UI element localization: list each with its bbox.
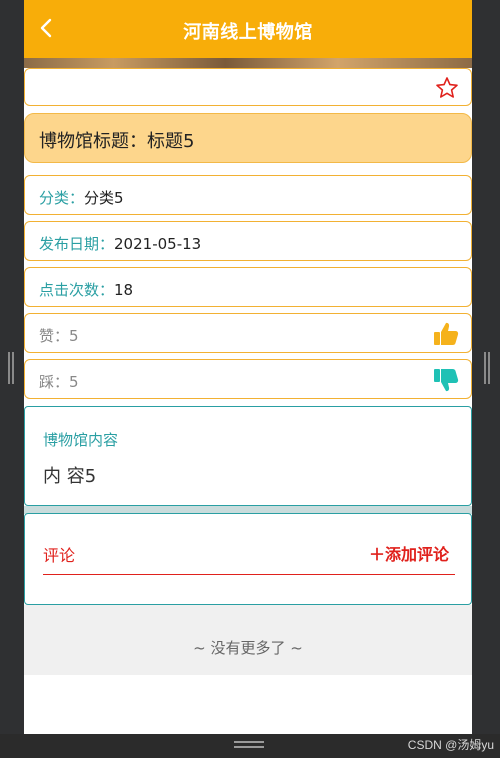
phone-screen: 河南线上博物馆 博物馆标题：标题5 分类：分类5 发布日期：2021-05-13… [24,0,472,734]
museum-title-value: 标题5 [147,131,195,152]
no-more-text: ~ 没有更多了 ~ [193,639,303,657]
page-title: 河南线上博物馆 [183,22,313,43]
dislike-row: 踩：5 [24,359,472,399]
favorite-row [24,68,472,106]
add-comment-button[interactable]: ＋添加评论 [369,541,449,565]
resize-handle-bottom[interactable] [234,741,264,748]
dislike-label: 踩： [39,373,70,391]
click-count-label: 点击次数： [39,281,115,299]
category-label: 分类： [39,189,85,207]
category-value: 分类5 [84,189,124,207]
bottom-bar: CSDN @汤姆yu [0,734,500,758]
dislike-count: 5 [69,373,79,391]
resize-handle-right[interactable] [484,352,490,384]
star-outline-icon[interactable] [435,76,459,100]
content-section-label: 博物馆内容 [43,431,119,449]
device-frame-left [0,0,24,758]
csdn-watermark: CSDN @汤姆yu [407,738,494,752]
museum-title: 博物馆标题：标题5 [39,127,194,153]
museum-title-card: 博物馆标题：标题5 [24,113,472,163]
resize-handle-left[interactable] [8,352,14,384]
top-header: 河南线上博物馆 [24,0,472,58]
list-end-area: ~ 没有更多了 ~ [24,605,472,675]
content-body: 内 容5 [43,466,97,487]
click-count-row: 点击次数：18 [24,267,472,307]
thumbs-down-icon[interactable] [433,367,459,393]
publish-date-label: 发布日期： [39,235,115,253]
comments-label: 评论 [43,546,76,565]
museum-title-label: 博物馆标题： [39,131,147,152]
museum-content-card: 博物馆内容 内 容5 [24,406,472,506]
banner-image-strip [24,58,472,68]
publish-date-row: 发布日期：2021-05-13 [24,221,472,261]
like-row: 赞：5 [24,313,472,353]
comments-underline [43,574,455,575]
like-label: 赞： [39,327,70,345]
comments-card: 评论 ＋添加评论 [24,513,472,605]
category-row: 分类：分类5 [24,175,472,215]
device-frame-right [472,0,500,758]
like-count: 5 [69,327,79,345]
click-count-value: 18 [114,281,134,299]
publish-date-value: 2021-05-13 [114,235,202,253]
thumbs-up-icon[interactable] [433,321,459,347]
